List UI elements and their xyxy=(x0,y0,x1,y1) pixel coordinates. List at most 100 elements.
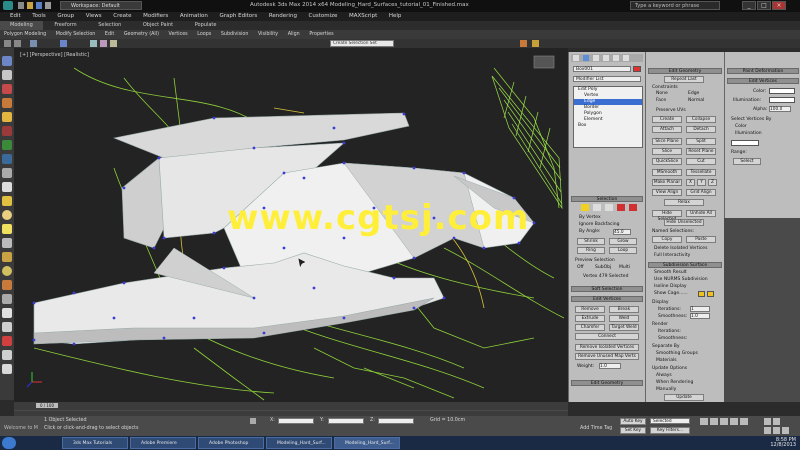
ignore-backfacing-checkbox[interactable]: Ignore Backfacing xyxy=(579,222,619,227)
play-icon[interactable] xyxy=(720,418,728,425)
rollout-edit-geometry-collapsed[interactable]: Edit Geometry xyxy=(571,380,643,386)
grid-align-button[interactable]: Grid Align xyxy=(686,189,716,196)
menu-create[interactable]: Create xyxy=(113,12,131,21)
pan-icon[interactable] xyxy=(764,427,771,434)
redo-icon[interactable] xyxy=(14,40,21,47)
ribbon-tab-modeling[interactable]: Modeling xyxy=(0,21,43,30)
move-tool-icon[interactable] xyxy=(2,70,12,80)
repeat-last-button[interactable]: Repeat Last xyxy=(664,76,704,83)
menu-help[interactable]: Help xyxy=(389,12,402,21)
slice-button[interactable]: Slice xyxy=(652,148,682,155)
split-button[interactable]: Split xyxy=(686,138,716,145)
next-frame-icon[interactable] xyxy=(730,418,738,425)
chamfer-button[interactable]: Chamfer xyxy=(575,324,605,331)
tessellate-button[interactable]: Tessellate xyxy=(686,169,716,176)
hierarchy-tab-icon[interactable] xyxy=(593,55,599,61)
select-object-icon[interactable] xyxy=(60,40,67,47)
minimize-button[interactable]: _ xyxy=(742,1,756,10)
quickslice-button[interactable]: QuickSlice xyxy=(652,158,682,165)
menu-rendering[interactable]: Rendering xyxy=(269,12,297,21)
mirror-icon[interactable] xyxy=(2,140,12,150)
constraint-none-radio[interactable]: None xyxy=(656,91,668,96)
rollout-soft-selection[interactable]: Soft Selection xyxy=(571,286,643,292)
ribbon-tab-object-paint[interactable]: Object Paint xyxy=(133,21,183,30)
ribbon-visibility[interactable]: Visibility xyxy=(254,30,282,39)
sphere-icon[interactable] xyxy=(2,210,12,220)
cut-button[interactable]: Cut xyxy=(686,158,716,165)
render-setup-icon[interactable] xyxy=(520,40,527,47)
ribbon-loops[interactable]: Loops xyxy=(193,30,215,39)
element-mode-icon[interactable] xyxy=(629,204,637,211)
hierarchy-icon[interactable] xyxy=(2,350,12,360)
snap-tool-icon[interactable] xyxy=(2,112,12,122)
preview-subobj-radio[interactable]: SubObj xyxy=(595,265,611,270)
taskbar-item-4[interactable]: Modeling_Hard_Surf... xyxy=(266,437,332,449)
constraint-face-radio[interactable]: Face xyxy=(656,98,666,103)
modifier-list-dropdown[interactable]: Modifier List xyxy=(573,76,641,82)
save-file-icon[interactable] xyxy=(36,2,42,9)
ribbon-align[interactable]: Align xyxy=(284,30,304,39)
close-button[interactable]: × xyxy=(772,1,786,10)
ribbon-tab-freeform[interactable]: Freeform xyxy=(44,21,86,30)
copy-button[interactable]: Copy xyxy=(652,236,682,243)
hide-unselected-button[interactable]: Hide Unselected xyxy=(664,219,704,226)
ribbon-vertices[interactable]: Vertices xyxy=(165,30,192,39)
make-planar-button[interactable]: Make Planar xyxy=(652,179,682,186)
slice-plane-button[interactable]: Slice Plane xyxy=(652,138,682,145)
select-tool-icon[interactable] xyxy=(2,56,12,66)
motion-tab-icon[interactable] xyxy=(603,55,609,61)
taskbar-item-2[interactable]: Adobe Premiere xyxy=(130,437,196,449)
unhide-all-button[interactable]: Unhide All xyxy=(686,210,716,217)
y-coord-field[interactable] xyxy=(328,418,364,424)
planar-z-button[interactable]: Z xyxy=(708,179,717,186)
preview-multi-radio[interactable]: Multi xyxy=(619,265,630,270)
rollout-subdivision-surface[interactable]: Subdivision Surface xyxy=(648,262,722,268)
menu-modifiers[interactable]: Modifiers xyxy=(143,12,168,21)
full-interactivity-checkbox[interactable]: Full Interactivity xyxy=(654,253,690,258)
paste-button[interactable]: Paste xyxy=(686,236,716,243)
materials-checkbox[interactable]: Materials xyxy=(656,358,677,363)
border-mode-icon[interactable] xyxy=(605,204,613,211)
workspace-dropdown[interactable]: Workspace: Default xyxy=(60,1,142,10)
set-key-button[interactable]: Set Key xyxy=(620,427,646,434)
new-file-icon[interactable] xyxy=(18,2,24,9)
selected-dropdown[interactable]: Selected xyxy=(650,418,690,424)
x-coord-field[interactable] xyxy=(278,418,314,424)
create-button[interactable]: Create xyxy=(652,116,682,123)
attach-button[interactable]: Attach xyxy=(652,126,682,133)
render-icon[interactable] xyxy=(532,40,539,47)
planar-x-button[interactable]: X xyxy=(686,179,695,186)
grow-button[interactable]: Grow xyxy=(609,238,637,245)
weight-spinner[interactable]: 1.0 xyxy=(599,363,621,369)
angle-snap-icon[interactable] xyxy=(2,126,12,136)
cage-color-swatch-2[interactable] xyxy=(707,291,714,297)
view-align-button[interactable]: View Align xyxy=(652,189,682,196)
auto-key-button[interactable]: Auto Key xyxy=(620,418,646,425)
time-slider[interactable]: 0 / 100 xyxy=(14,402,568,416)
isoline-display-checkbox[interactable]: Isoline Display xyxy=(654,284,687,289)
light-icon[interactable] xyxy=(2,224,12,234)
preserve-uvs-checkbox[interactable]: Preserve UVs xyxy=(656,108,686,113)
rollout-edit-geometry[interactable]: Edit Geometry xyxy=(648,68,722,74)
iterations-spinner[interactable]: 1 xyxy=(690,306,710,312)
scale-icon[interactable] xyxy=(110,40,117,47)
create-tab-icon[interactable] xyxy=(573,55,579,61)
illumination-color-swatch[interactable] xyxy=(769,97,795,103)
rollout-edit-vertices[interactable]: Edit Vertices xyxy=(571,296,643,302)
menu-graph-editors[interactable]: Graph Editors xyxy=(219,12,257,21)
search-input[interactable]: Type a keyword or phrase xyxy=(630,1,720,10)
update-when-rendering-radio[interactable]: When Rendering xyxy=(656,380,693,385)
open-file-icon[interactable] xyxy=(27,2,33,9)
camera-icon[interactable] xyxy=(2,238,12,248)
polygon-mode-icon[interactable] xyxy=(617,204,625,211)
particle-icon[interactable] xyxy=(2,294,12,304)
key-filters-button[interactable]: Key Filters... xyxy=(650,427,690,434)
alpha-spinner[interactable]: 100.0 xyxy=(769,106,791,112)
update-always-radio[interactable]: Always xyxy=(656,373,672,378)
display-tab-icon[interactable] xyxy=(613,55,619,61)
msmooth-button[interactable]: MSmooth xyxy=(652,169,682,176)
time-slider-handle[interactable]: 0 / 100 xyxy=(36,403,58,408)
smooth-result-checkbox[interactable]: Smooth Result xyxy=(654,270,687,275)
weld-button[interactable]: Weld xyxy=(609,315,639,322)
taskbar-item-3[interactable]: Adobe Photoshop xyxy=(198,437,264,449)
